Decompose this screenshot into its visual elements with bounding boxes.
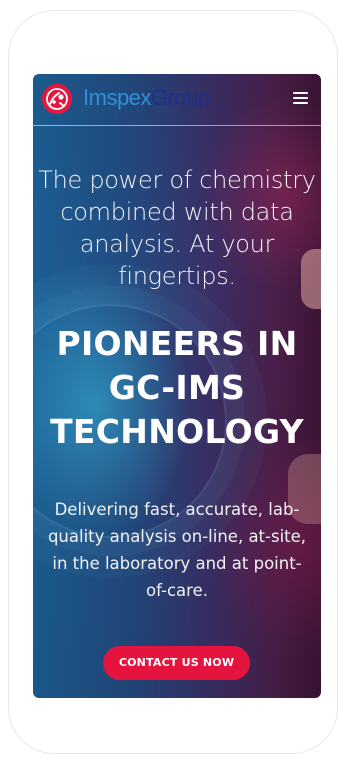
hero-section: ImspexGroup The power of chemistry combi… <box>33 74 321 698</box>
brand-name-part2: Group <box>150 85 210 110</box>
brand-name-part1: Imspex <box>83 85 151 110</box>
contact-us-button[interactable]: CONTACT US NOW <box>103 646 250 680</box>
hero-content: The power of chemistry combined with dat… <box>33 164 321 604</box>
hero-headline: PIONEERS IN GC-IMS TECHNOLOGY <box>33 322 321 454</box>
headline-line: GC-IMS <box>108 368 246 407</box>
imspex-logo-icon[interactable] <box>42 84 72 114</box>
headline-line: PIONEERS IN <box>56 324 298 363</box>
brand-wordmark[interactable]: ImspexGroup <box>83 85 210 111</box>
site-header: ImspexGroup <box>33 74 321 126</box>
headline-line: TECHNOLOGY <box>50 412 304 451</box>
hero-description: Delivering fast, accurate, lab-quality a… <box>47 500 307 600</box>
hamburger-menu-icon[interactable] <box>291 92 309 106</box>
hero-tagline: The power of chemistry combined with dat… <box>38 166 316 290</box>
